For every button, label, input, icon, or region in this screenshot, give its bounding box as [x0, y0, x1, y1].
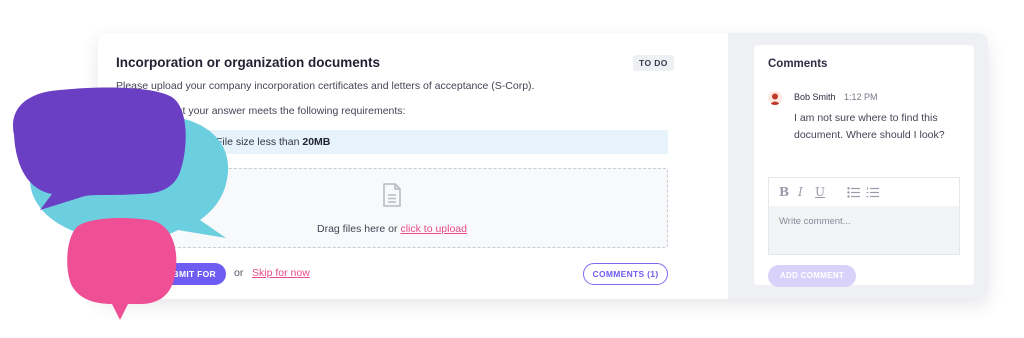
comments-sidebar: Comments Bob Smith 1:12 PM I am not sure… [728, 33, 988, 299]
upload-link[interactable]: click to upload [400, 223, 467, 235]
comment-time: 1:12 PM [844, 92, 878, 102]
italic-button[interactable]: I [798, 185, 803, 199]
comment-author: Bob Smith [794, 92, 836, 102]
editor-toolbar: B I U [769, 178, 959, 206]
bulleted-list-icon[interactable] [847, 187, 860, 198]
comment-input[interactable]: Write comment... [769, 206, 959, 254]
comments-panel: Comments Bob Smith 1:12 PM I am not sure… [754, 45, 974, 287]
comments-title: Comments [768, 58, 828, 70]
skip-link[interactable]: Skip for now [252, 267, 310, 279]
file-icon [383, 183, 401, 207]
avatar [768, 91, 782, 105]
speech-bubbles-decoration [13, 87, 229, 320]
underline-button[interactable]: U [815, 185, 825, 199]
comment-editor: B I U Write comment... [768, 177, 960, 255]
requirement-value: 20MB [302, 136, 331, 148]
user-avatar-icon [770, 93, 780, 105]
status-badge: TO DO [633, 55, 674, 71]
comment-text: I am not sure where to find this documen… [794, 112, 945, 141]
comments-button[interactable]: COMMENTS (1) [583, 263, 668, 285]
add-comment-button[interactable]: ADD COMMENT [768, 265, 856, 287]
pink-speech-bubble [67, 218, 177, 320]
bold-button[interactable]: B [779, 185, 789, 199]
numbered-list-icon[interactable] [866, 187, 879, 198]
dropzone-label: Drag files here or [316, 223, 398, 235]
